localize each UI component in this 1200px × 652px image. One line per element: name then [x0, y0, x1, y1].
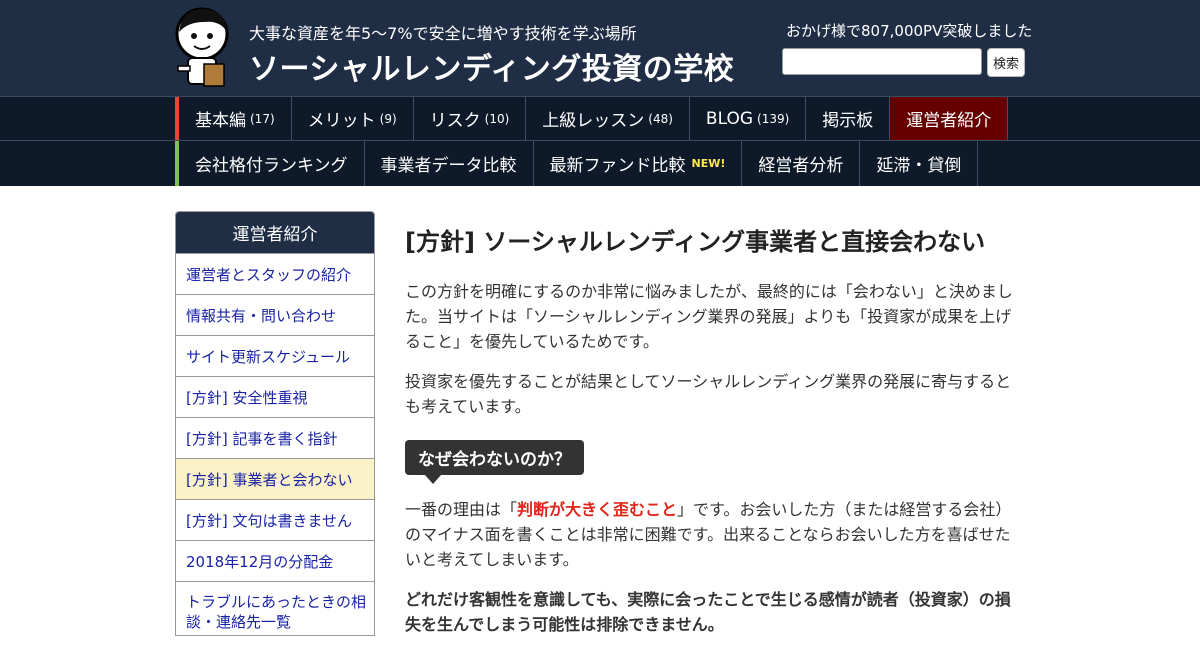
emphasis-text: 判断が大きく歪むこと	[517, 500, 678, 519]
nav-item-count: (10)	[484, 111, 510, 126]
nav-item-count: (9)	[379, 111, 397, 126]
search-button[interactable]: 検索	[987, 48, 1025, 77]
nav-item-count: (17)	[250, 111, 275, 126]
text-span: 一番の理由は「	[405, 500, 518, 519]
nav-item-merits[interactable]: メリット (9)	[292, 97, 414, 140]
nav-item-count: (48)	[648, 111, 673, 126]
nav-item-label: 運営者紹介	[906, 111, 992, 131]
mascot-logo-icon[interactable]	[174, 6, 234, 90]
sidebar-item-trouble-contacts[interactable]: トラブルにあったときの相談・連絡先一覧	[176, 581, 374, 635]
nav-item-label: 事業者データ比較	[380, 156, 517, 176]
sidebar-title: 運営者紹介	[176, 212, 374, 253]
primary-nav: 基本編 (17) メリット (9) リスク (10) 上級レッスン (48) BLOG(…	[0, 96, 1200, 141]
new-badge: NEW!	[691, 157, 726, 170]
nav-item-fund-compare[interactable]: 最新ファンド比較 NEW!	[534, 141, 743, 186]
site-tagline: 大事な資産を年5～7%で安全に増やす技術を学ぶ場所	[249, 24, 637, 43]
search-input[interactable]	[782, 48, 982, 75]
article-title: [方針] ソーシャルレンディング事業者と直接会わない	[405, 228, 986, 256]
sidebar-item-schedule[interactable]: サイト更新スケジュール	[176, 335, 374, 376]
site-header: 大事な資産を年5～7%で安全に増やす技術を学ぶ場所 ソーシャルレンディング投資の…	[0, 0, 1200, 96]
article-body: [方針] ソーシャルレンディング事業者と直接会わない この方針を明確にするのか非…	[405, 222, 1020, 652]
nav-item-label: 掲示板	[822, 111, 874, 131]
nav-item-defaults[interactable]: 延滞・貸倒	[860, 141, 979, 186]
nav-item-label: 最新ファンド比較	[549, 156, 686, 176]
nav-item-ranking[interactable]: 会社格付ランキング	[179, 141, 365, 186]
paragraph: 投資家を優先することが結果としてソーシャルレンディング業界の発展に寄与するとも考…	[405, 372, 1012, 416]
sidebar-item-staff[interactable]: 運営者とスタッフの紹介	[176, 253, 374, 294]
nav-item-label: 上級レッスン	[542, 111, 645, 131]
nav-item-basics[interactable]: 基本編 (17)	[179, 97, 292, 140]
nav-item-risks[interactable]: リスク (10)	[414, 97, 527, 140]
secondary-nav: 会社格付ランキング 事業者データ比較 最新ファンド比較 NEW! 経営者分析 延滞…	[0, 141, 1200, 186]
nav-item-label: 経営者分析	[758, 156, 844, 176]
sidebar-item-no-meeting-policy[interactable]: [方針] 事業者と会わない	[176, 458, 374, 499]
nav-item-executives[interactable]: 経営者分析	[742, 141, 861, 186]
nav-item-label: BLOG	[705, 108, 754, 129]
site-title[interactable]: ソーシャルレンディング投資の学校	[249, 44, 734, 88]
nav-item-label: 延滞・貸倒	[876, 156, 962, 176]
sidebar-item-no-complaints-policy[interactable]: [方針] 文句は書きません	[176, 499, 374, 540]
nav-item-label: 会社格付ランキング	[195, 156, 348, 176]
nav-item-blog[interactable]: BLOG (139)	[690, 97, 807, 140]
section-heading: なぜ会わないのか？	[405, 440, 584, 484]
sidebar-item-writing-policy[interactable]: [方針] 記事を書く指針	[176, 417, 374, 458]
nav-item-count: (139)	[757, 111, 790, 126]
paragraph: 一番の理由は「判断が大きく歪むこと」です。お会いした方（または経営する会社）のマ…	[405, 497, 1020, 572]
nav-item-advanced[interactable]: 上級レッスン (48)	[526, 97, 690, 140]
nav-item-forum[interactable]: 掲示板	[806, 97, 891, 140]
sidebar-item-safety-policy[interactable]: [方針] 安全性重視	[176, 376, 374, 417]
nav-item-data-compare[interactable]: 事業者データ比較	[365, 141, 534, 186]
pageview-notice: おかげ様で807,000PV突破しました	[786, 22, 1033, 40]
nav-item-label: メリット	[307, 111, 376, 131]
sidebar-item-distribution[interactable]: 2018年12月の分配金	[176, 540, 374, 581]
paragraph: この方針を明確にするのか非常に悩みましたが、最終的には「会わない」と決めました。…	[405, 282, 1013, 351]
sidebar-menu: 運営者紹介 運営者とスタッフの紹介 情報共有・問い合わせ サイト更新スケジュール…	[175, 211, 375, 636]
nav-item-label: リスク	[429, 111, 481, 131]
sidebar-item-contact[interactable]: 情報共有・問い合わせ	[176, 294, 374, 335]
nav-item-label: 基本編	[195, 111, 246, 131]
nav-item-about[interactable]: 運営者紹介	[890, 97, 1009, 140]
